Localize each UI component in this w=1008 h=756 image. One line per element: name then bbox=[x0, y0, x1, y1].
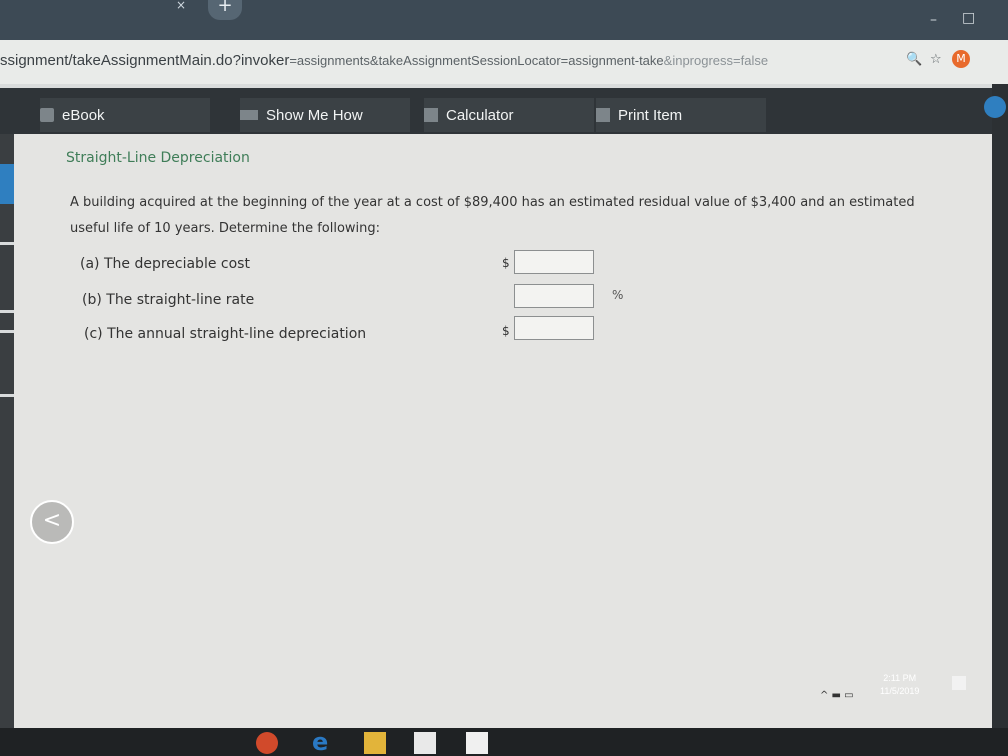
tray-date: 11/5/2019 bbox=[880, 686, 920, 696]
taskbar: e bbox=[0, 728, 1008, 756]
url-path: =assignments&takeAssignmentSessionLocato… bbox=[289, 53, 664, 68]
depreciable-cost-input[interactable] bbox=[514, 250, 594, 274]
print-item-button[interactable]: Print Item bbox=[596, 98, 766, 132]
tab-close-button[interactable]: × bbox=[176, 0, 186, 12]
mail-icon[interactable] bbox=[414, 732, 436, 754]
extension-icon[interactable]: M bbox=[952, 50, 970, 68]
video-icon bbox=[240, 110, 258, 120]
show-me-how-button[interactable]: Show Me How bbox=[240, 98, 410, 132]
problem-panel: Straight-Line Depreciation A building ac… bbox=[14, 134, 992, 756]
item-b-percent: % bbox=[612, 288, 624, 302]
url-text[interactable]: ssignment/takeAssignmentMain.do?invoker=… bbox=[0, 52, 880, 69]
tray-clock[interactable]: 2:11 PM 11/5/2019 bbox=[880, 672, 919, 698]
scrollbar[interactable] bbox=[992, 84, 1008, 756]
item-a-label: (a) The depreciable cost bbox=[80, 256, 250, 272]
ebook-button[interactable]: eBook bbox=[40, 98, 210, 132]
url-host: ssignment/takeAssignmentMain.do?invoker bbox=[0, 52, 290, 69]
chrome-icon[interactable] bbox=[256, 732, 278, 754]
nav-divider bbox=[0, 310, 14, 313]
annual-depreciation-input[interactable] bbox=[514, 316, 594, 340]
ebook-label: eBook bbox=[62, 106, 105, 124]
new-tab-button[interactable]: + bbox=[208, 0, 242, 20]
assignment-toolbar: eBook Show Me How Calculator Print Item bbox=[0, 84, 1008, 138]
straight-line-rate-input[interactable] bbox=[514, 284, 594, 308]
bookmark-star-icon[interactable]: ☆ bbox=[930, 52, 942, 67]
calculator-label: Calculator bbox=[446, 106, 514, 124]
window-minimize-button[interactable]: – bbox=[930, 12, 937, 28]
window-maximize-button[interactable]: □ bbox=[962, 10, 975, 26]
browser-tab-strip: × + – □ bbox=[0, 0, 1008, 40]
show-me-how-label: Show Me How bbox=[266, 106, 363, 124]
calculator-button[interactable]: Calculator bbox=[424, 98, 594, 132]
nav-divider bbox=[0, 242, 14, 245]
item-a-currency: $ bbox=[502, 256, 510, 270]
item-b-label: (b) The straight-line rate bbox=[82, 292, 255, 308]
print-icon bbox=[596, 108, 610, 122]
zoom-icon[interactable]: 🔍 bbox=[906, 52, 922, 67]
file-explorer-icon[interactable] bbox=[364, 732, 386, 754]
book-icon bbox=[40, 108, 54, 122]
store-icon[interactable] bbox=[466, 732, 488, 754]
tray-icons: ^ ▬ ▭ bbox=[820, 690, 854, 701]
edge-icon[interactable]: e bbox=[312, 730, 334, 754]
address-bar[interactable]: ssignment/takeAssignmentMain.do?invoker=… bbox=[0, 40, 1008, 84]
print-item-label: Print Item bbox=[618, 106, 683, 124]
help-icon[interactable] bbox=[984, 96, 1006, 118]
notifications-icon[interactable] bbox=[952, 676, 966, 690]
question-text: A building acquired at the beginning of … bbox=[70, 195, 915, 236]
calculator-icon bbox=[424, 108, 438, 122]
nav-divider bbox=[0, 330, 14, 333]
left-navigation-strip bbox=[0, 134, 14, 756]
active-nav-marker bbox=[0, 164, 14, 204]
item-c-label: (c) The annual straight-line depreciatio… bbox=[84, 326, 367, 342]
nav-divider bbox=[0, 394, 14, 397]
item-c-currency: $ bbox=[502, 324, 510, 338]
back-button[interactable]: < bbox=[30, 500, 74, 544]
url-tail: &inprogress=false bbox=[663, 53, 769, 68]
page-title: Straight-Line Depreciation bbox=[66, 150, 250, 166]
tray-time: 2:11 PM bbox=[883, 673, 917, 683]
